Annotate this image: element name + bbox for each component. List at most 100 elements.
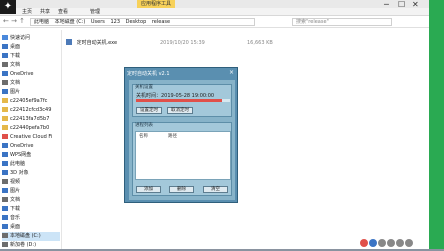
folder-icon [2, 215, 8, 220]
dialog-body: 关机设置 关机时间：2019-05-28 19:00:00 设置定时 取消定时 … [129, 80, 235, 200]
column-name[interactable]: 名称 [139, 133, 148, 139]
nav-item[interactable]: OneDrive [2, 70, 34, 79]
folder-icon [2, 80, 8, 85]
breadcrumb-this-pc[interactable]: 此电脑 [34, 19, 49, 25]
app-icon [360, 239, 368, 247]
nav-item[interactable]: 此电脑 [2, 160, 25, 169]
nav-item-label: 文档 [10, 197, 21, 203]
nav-item[interactable]: 文档 [2, 196, 20, 205]
folder-icon [2, 35, 8, 40]
progress-bar [136, 99, 230, 102]
remove-button[interactable]: 删除 [169, 186, 194, 193]
breadcrumb-release[interactable]: release [152, 19, 170, 25]
context-tab[interactable]: 应用程序工具 [137, 0, 176, 8]
nav-item[interactable]: c22413fa7d5b7 [2, 115, 49, 124]
nav-item[interactable]: 本地磁盘 (C:) [2, 232, 60, 241]
group-label-process: 进程列表 [135, 123, 153, 128]
nav-item-label: c22412cfcd3c49 [10, 107, 52, 113]
nav-item[interactable]: 桌面 [2, 43, 20, 52]
nav-item-label: c22405ef9a7fc [10, 98, 48, 104]
green-side-decoration [429, 0, 444, 249]
address-bar[interactable]: 此电脑 本地磁盘 (C:) Users 123 Desktop release [30, 18, 255, 26]
nav-item-label: c22440pefa7b0 [10, 125, 50, 131]
nav-item-label: 图片 [10, 89, 21, 95]
folder-icon [2, 134, 8, 139]
nav-item[interactable]: c22440pefa7b0 [2, 124, 49, 133]
nav-item-label: 图片 [10, 188, 21, 194]
nav-item[interactable]: 文档 [2, 61, 20, 70]
nav-item[interactable]: 3D 对象 [2, 169, 29, 178]
nav-item[interactable]: OneDrive [2, 142, 34, 151]
nav-item[interactable]: 图片 [2, 88, 20, 97]
minimize-icon[interactable]: ─ [384, 0, 389, 14]
file-size: 16,663 KB [247, 40, 273, 46]
close-icon[interactable]: ✕ [412, 0, 419, 14]
column-path[interactable]: 路径 [168, 133, 177, 139]
folder-icon [2, 152, 8, 157]
folder-icon [2, 161, 8, 166]
set-timer-button[interactable]: 设置定时 [136, 107, 162, 114]
folder-icon [2, 143, 8, 148]
tab-view[interactable]: 查看 [58, 8, 68, 16]
folder-icon [2, 116, 8, 121]
shutdown-dialog: 定时自动关机 v2.1 × 关机设置 关机时间：2019-05-28 19:00… [124, 67, 238, 203]
nav-item-label: 下载 [10, 206, 21, 212]
file-row[interactable]: 定时自动关机.exe 2019/10/20 15:39 16,663 KB [64, 39, 294, 48]
dialog-close-icon[interactable]: × [229, 69, 234, 76]
breadcrumb-desktop[interactable]: Desktop [126, 19, 147, 25]
nav-item[interactable]: 下载 [2, 52, 20, 61]
nav-item-label: 本地磁盘 (C:) [10, 233, 41, 239]
breadcrumb-users[interactable]: Users [91, 19, 105, 25]
process-list[interactable]: 名称 路径 [135, 131, 231, 180]
file-date: 2019/10/20 15:39 [160, 40, 205, 46]
search-input[interactable]: 搜索"release" [292, 18, 392, 26]
nav-item[interactable]: 音乐 [2, 214, 20, 223]
nav-item-label: 视频 [10, 179, 21, 185]
folder-icon [2, 179, 8, 184]
maximize-icon[interactable]: ☐ [398, 0, 405, 14]
nav-item[interactable]: 桌面 [2, 223, 20, 232]
nav-item-label: 此电脑 [10, 161, 26, 167]
folder-icon [2, 98, 8, 103]
breadcrumb-c-drive[interactable]: 本地磁盘 (C:) [55, 19, 86, 25]
nav-item-label: OneDrive [10, 71, 34, 77]
file-name: 定时自动关机.exe [76, 40, 118, 46]
nav-item[interactable]: c22412cfcd3c49 [2, 106, 51, 115]
tab-share[interactable]: 共享 [40, 8, 50, 16]
back-forward-icon[interactable]: ← → ↑ [3, 17, 25, 25]
nav-item[interactable]: 快速访问 [2, 34, 30, 43]
folder-icon [2, 71, 8, 76]
add-button[interactable]: 添加 [136, 186, 161, 193]
clear-button[interactable]: 清空 [203, 186, 228, 193]
folder-icon [2, 89, 8, 94]
nav-item-label: Creative Cloud Fi [10, 134, 53, 140]
app-icon [378, 239, 386, 247]
nav-item-label: 新加卷 (D:) [10, 242, 37, 248]
nav-item[interactable]: Creative Cloud Fi [2, 133, 52, 142]
folder-icon [2, 197, 8, 202]
folder-icon [2, 170, 8, 175]
nav-item[interactable]: 视频 [2, 178, 20, 187]
nav-item-label: 音乐 [10, 215, 21, 221]
tip-line1: 点击窗口中的浏览 [283, 54, 371, 67]
nav-item[interactable]: WPS网盘 [2, 151, 31, 160]
cancel-timer-button[interactable]: 取消定时 [167, 107, 193, 114]
nav-item[interactable]: 图片 [2, 187, 20, 196]
nav-item-label: WPS网盘 [10, 152, 32, 158]
group-label-settings: 关机设置 [135, 85, 153, 90]
app-icon [369, 239, 377, 247]
breadcrumb-user[interactable]: 123 [110, 19, 120, 25]
folder-icon [2, 125, 8, 130]
nav-item[interactable]: 下载 [2, 205, 20, 214]
nav-item[interactable]: c22405ef9a7fc [2, 97, 47, 106]
folder-icon [2, 206, 8, 211]
address-row: ← → ↑ 此电脑 本地磁盘 (C:) Users 123 Desktop re… [0, 16, 444, 28]
nav-item[interactable]: 文档 [2, 79, 20, 88]
tab-manage[interactable]: 管理 [90, 8, 100, 16]
folder-icon [2, 107, 8, 112]
tip-overlay: 小提示 点击窗口中的浏览 “添加” [283, 38, 371, 83]
nav-item-label: 桌面 [10, 224, 21, 230]
folder-icon [2, 188, 8, 193]
nav-item-label: OneDrive [10, 143, 34, 149]
tab-home[interactable]: 主页 [22, 8, 32, 16]
